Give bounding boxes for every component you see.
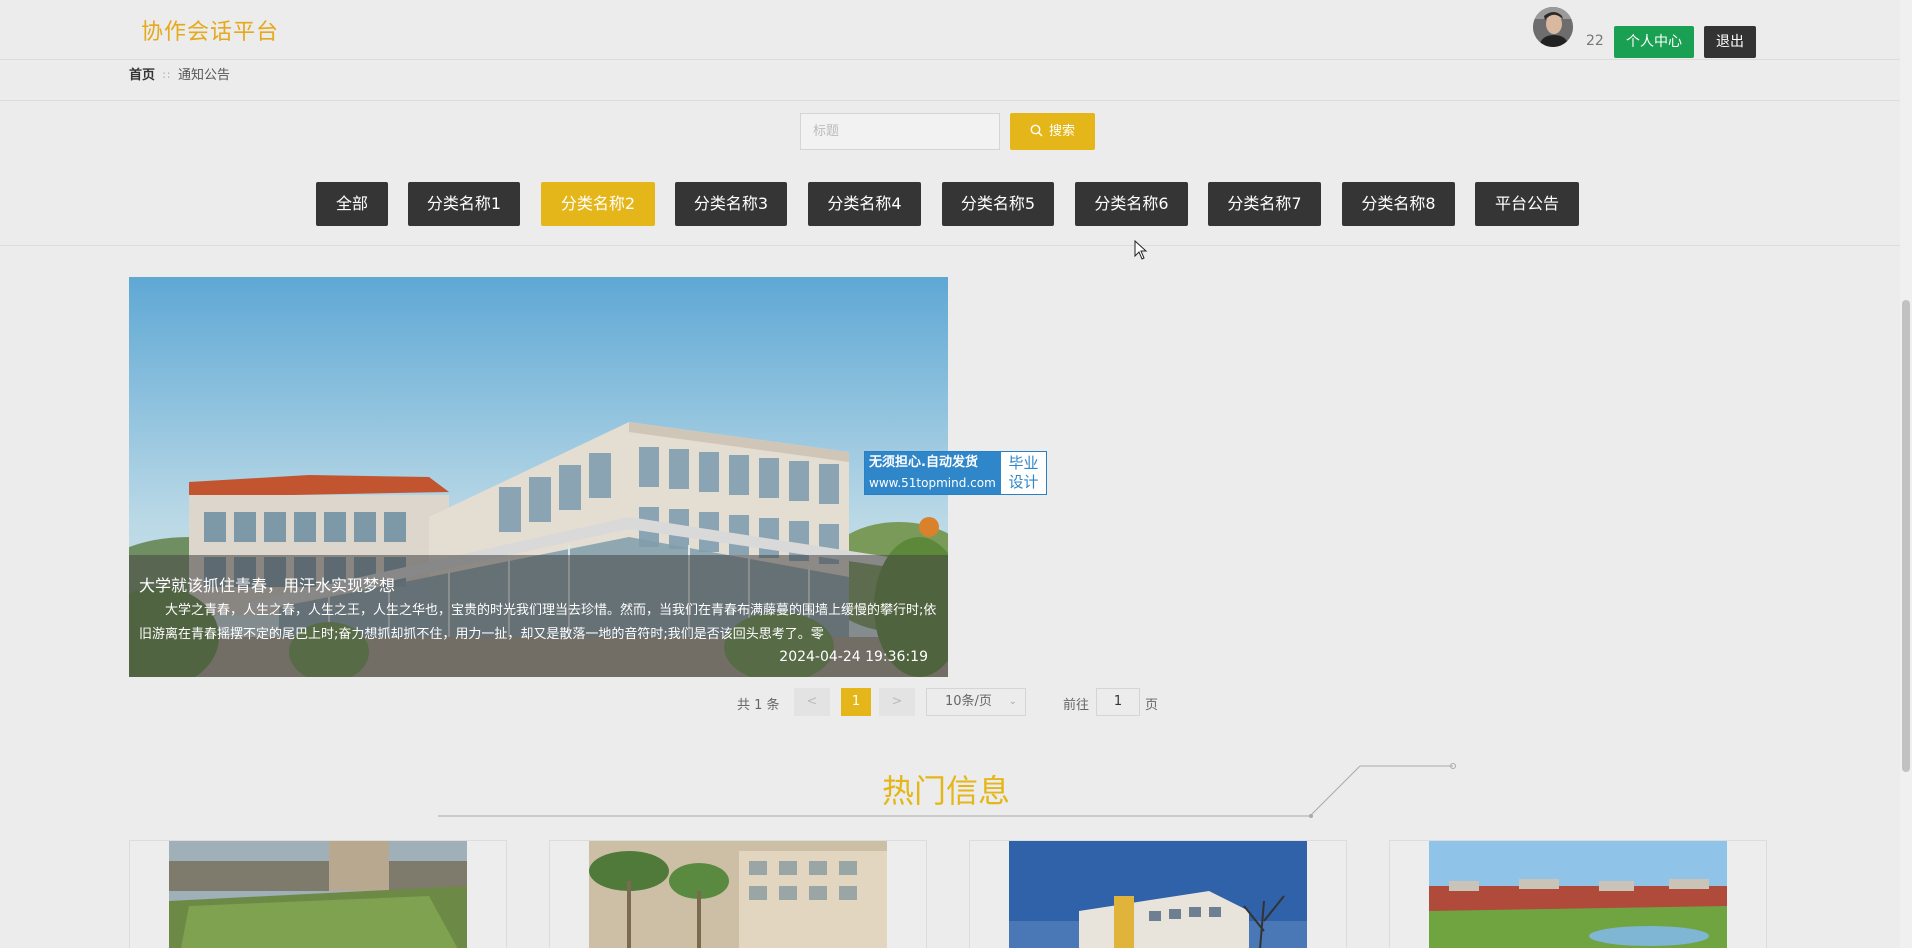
tab-platform-notice[interactable]: 平台公告 [1475, 182, 1579, 226]
site-logo[interactable]: 协作会话平台 [141, 14, 279, 46]
pagination: 共 1 条 < 1 > 10条/页 ⌄ 前往 1 页 [0, 688, 1900, 716]
watermark-badge: 无须担心.自动发货 www.51topmind.com 毕业 设计 [864, 451, 1047, 495]
hot-info-image [589, 841, 887, 948]
search-button-label: 搜索 [1048, 124, 1075, 139]
chevron-down-icon: ⌄ [1008, 696, 1017, 707]
tab-category-3[interactable]: 分类名称3 [675, 182, 787, 226]
tab-category-5[interactable]: 分类名称5 [942, 182, 1054, 226]
breadcrumb: 首页 ∷ 通知公告 [129, 64, 230, 83]
user-count: 22 [1586, 33, 1604, 49]
watermark-right1: 毕业 [1008, 454, 1039, 472]
pagination-prev-button[interactable]: < [794, 688, 830, 716]
watermark-right: 毕业 设计 [1001, 452, 1046, 494]
breadcrumb-current: 通知公告 [178, 68, 231, 83]
page-scrollbar[interactable] [1900, 0, 1912, 948]
tab-category-6[interactable]: 分类名称6 [1075, 182, 1188, 226]
tab-category-4[interactable]: 分类名称4 [808, 182, 921, 226]
pagination-page-unit: 页 [1145, 698, 1159, 713]
pagination-goto-input[interactable]: 1 [1096, 688, 1140, 716]
hot-info-image [1429, 841, 1727, 948]
avatar[interactable] [1533, 7, 1573, 47]
tab-category-8[interactable]: 分类名称8 [1342, 182, 1455, 226]
divider [0, 245, 1900, 246]
hot-info-card[interactable] [129, 840, 507, 948]
pagination-goto-label: 前往 [1063, 698, 1090, 713]
page-size-select[interactable]: 10条/页 ⌄ [926, 688, 1026, 716]
watermark-left: 无须担心.自动发货 www.51topmind.com [865, 452, 1001, 494]
hot-info-card[interactable] [1389, 840, 1767, 948]
header: 协作会话平台 22 个人中心 退出 [0, 0, 1900, 60]
pagination-next-button[interactable]: > [879, 688, 915, 716]
hot-info-image [1009, 841, 1307, 948]
watermark-right2: 设计 [1008, 473, 1039, 491]
pagination-page-1[interactable]: 1 [841, 688, 871, 716]
tab-category-7[interactable]: 分类名称7 [1208, 182, 1321, 226]
featured-news-description: 大学之青春，人生之春，人生之王，人生之华也，宝贵的时光我们理当去珍惜。然而，当我… [139, 603, 937, 642]
hot-info-title: 热门信息 [881, 772, 1010, 810]
personal-center-button[interactable]: 个人中心 [1614, 26, 1694, 58]
scrollbar-thumb[interactable] [1902, 300, 1910, 772]
search-icon [1030, 124, 1043, 137]
search-input[interactable] [800, 113, 1000, 150]
search-button[interactable]: 搜索 [1010, 113, 1095, 150]
tab-all[interactable]: 全部 [316, 182, 388, 226]
divider [0, 100, 1900, 101]
watermark-line2: www.51topmind.com [869, 476, 996, 490]
featured-news-card[interactable]: 大学就该抓住青春，用汗水实现梦想 大学之青春，人生之春，人生之王，人生之华也，宝… [129, 277, 948, 677]
tab-category-1[interactable]: 分类名称1 [408, 182, 520, 226]
featured-news-date: 2024-04-24 19:36:19 [779, 649, 928, 665]
page: 协作会话平台 22 个人中心 退出 首页 ∷ 通知公告 搜索 全部 分类名称1 分类… [0, 0, 1912, 948]
featured-news-title[interactable]: 大学就该抓住青春，用汗水实现梦想 [139, 572, 395, 596]
hot-info-card[interactable] [549, 840, 927, 948]
tab-category-2[interactable]: 分类名称2 [541, 182, 655, 226]
hot-info-card[interactable] [969, 840, 1347, 948]
hot-info-image [169, 841, 467, 948]
breadcrumb-separator: ∷ [163, 69, 171, 82]
page-size-value: 10条/页 [945, 694, 992, 709]
breadcrumb-home[interactable]: 首页 [129, 68, 155, 83]
logout-button[interactable]: 退出 [1704, 26, 1756, 58]
mouse-cursor-icon [1134, 240, 1148, 260]
watermark-line1: 无须担心.自动发货 [869, 455, 978, 470]
pagination-total: 共 1 条 [737, 698, 780, 713]
